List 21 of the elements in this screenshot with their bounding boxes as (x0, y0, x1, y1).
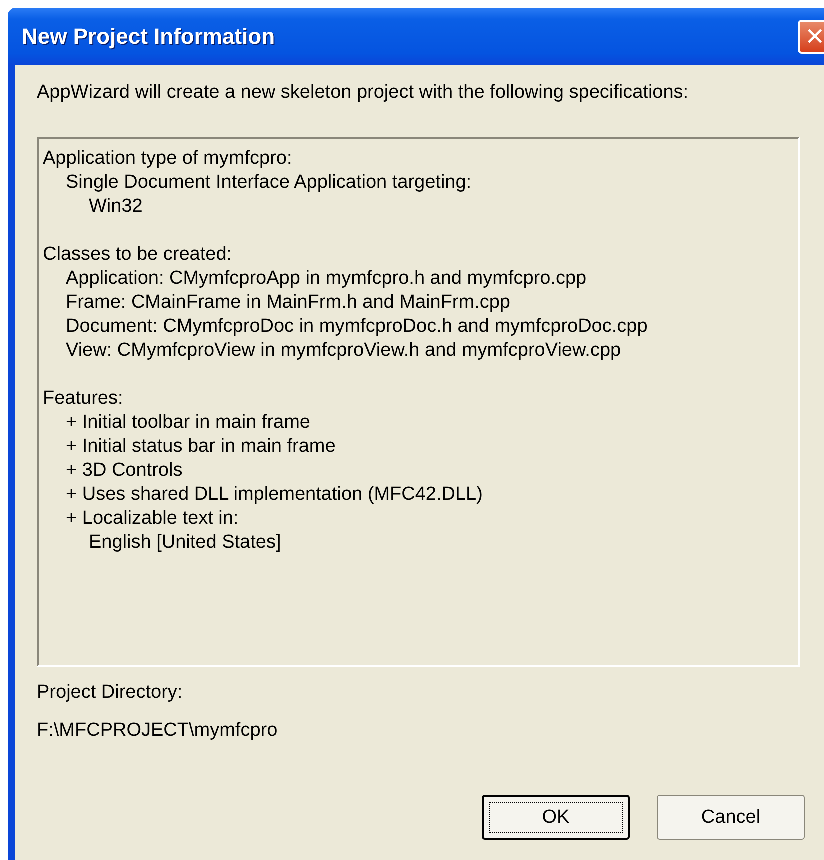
spec-line: Application: CMymfcproApp in mymfcpro.h and mymfcpro.cpp (65, 267, 588, 291)
spec-line: + Initial toolbar in main frame (65, 411, 312, 435)
spec-line: View: CMymfcproView in mymfcproView.h and mymfcproView.cpp (65, 339, 622, 363)
window-title: New Project Information (22, 24, 276, 50)
spec-line: English [United States] (88, 531, 282, 555)
spec-line: Features: (43, 387, 124, 411)
spec-line: + Uses shared DLL implementation (MFC42.DLL) (65, 483, 484, 507)
ok-button[interactable]: OK (482, 795, 630, 840)
directory-path: F:\MFCPROJECT\mymfcpro (37, 719, 279, 743)
cancel-button[interactable]: Cancel (657, 795, 805, 840)
spec-line: + 3D Controls (65, 459, 184, 483)
spec-line: Application type of mymfcpro: (43, 147, 294, 171)
intro-text: AppWizard will create a new skeleton project with the following specifications: (37, 81, 690, 105)
spec-line: + Initial status bar in main frame (65, 435, 337, 459)
spec-line: Classes to be created: (43, 243, 234, 267)
spec-line: Win32 (88, 195, 144, 219)
spec-line: Document: CMymfcproDoc in mymfcproDoc.h and mymfcproDoc.cpp (65, 315, 649, 339)
spec-line: Frame: CMainFrame in MainFrm.h and MainFrm.cpp (65, 291, 512, 315)
directory-label: Project Directory: (37, 681, 184, 705)
spec-line: + Localizable text in: (65, 507, 240, 531)
spec-line: Single Document Interface Application targeting: (65, 171, 473, 195)
